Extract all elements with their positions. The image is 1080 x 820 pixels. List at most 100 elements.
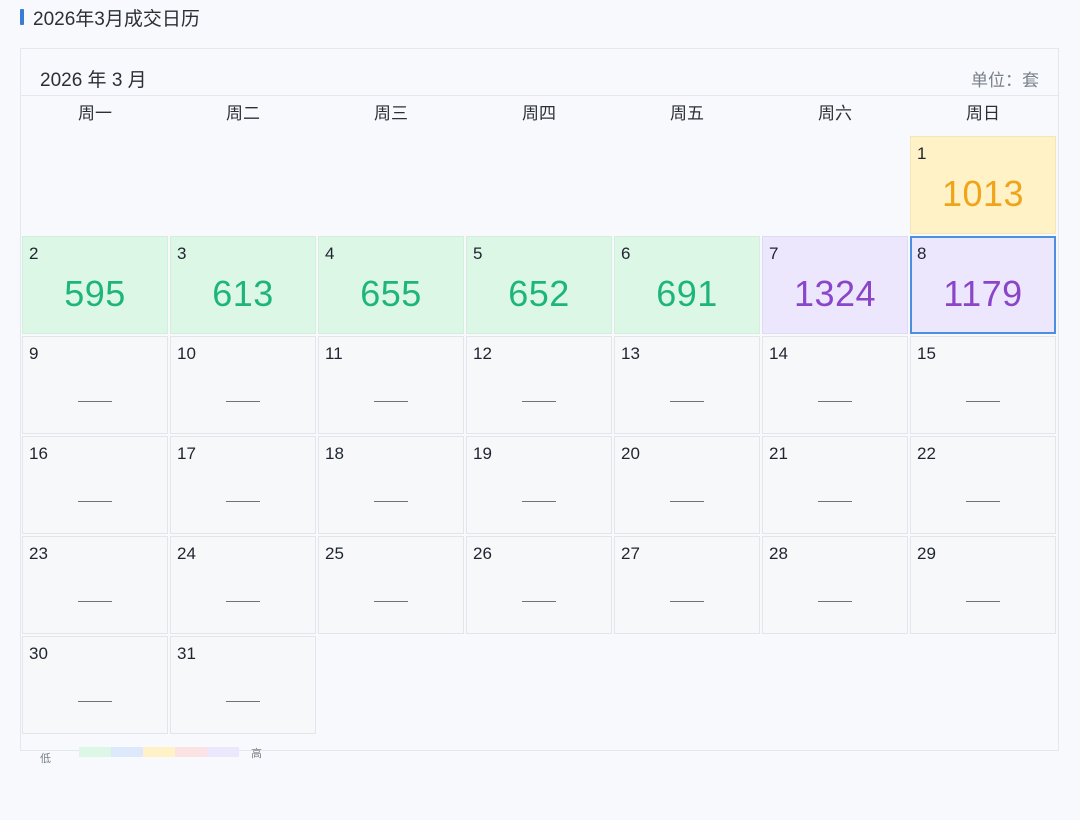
empty-value-dash (78, 701, 112, 702)
day-number: 4 (325, 244, 335, 263)
empty-value-dash (522, 501, 556, 502)
day-cell[interactable]: 9 (22, 336, 168, 434)
day-cell[interactable]: 5 652 (466, 236, 612, 334)
empty-value-dash (966, 601, 1000, 602)
empty-value-dash (966, 401, 1000, 402)
day-number: 14 (769, 344, 788, 363)
day-number: 17 (177, 444, 196, 463)
day-cell[interactable]: 21 (762, 436, 908, 534)
day-cell[interactable]: 26 (466, 536, 612, 634)
day-cell[interactable]: 13 (614, 336, 760, 434)
empty-value-dash (78, 401, 112, 402)
blank-cell (318, 136, 464, 234)
day-cell[interactable]: 31 (170, 636, 316, 734)
day-cell[interactable]: 27 (614, 536, 760, 634)
day-cell[interactable]: 2 595 (22, 236, 168, 334)
day-cell[interactable]: 7 1324 (762, 236, 908, 334)
day-number: 18 (325, 444, 344, 463)
day-number: 3 (177, 244, 187, 263)
day-cell[interactable]: 30 (22, 636, 168, 734)
weekday-wed: 周三 (374, 104, 408, 123)
empty-value-dash (226, 501, 260, 502)
day-cell[interactable]: 4 655 (318, 236, 464, 334)
calendar-header: 2026 年 3 月 单位：套 (21, 49, 1058, 96)
weekday-mon: 周一 (78, 104, 112, 123)
calendar-grid: 1 1013 2 595 3 613 4 655 5 652 6 691 7 1324 8 1179 9 10 11… (21, 135, 1057, 735)
calendar-panel: 2026 年 3 月 单位：套 周一 周二 周三 周四 周五 周六 周日 1 10… (20, 48, 1059, 751)
weekday-tue: 周二 (226, 104, 260, 123)
day-number: 15 (917, 344, 936, 363)
day-number: 7 (769, 244, 779, 263)
day-cell[interactable]: 28 (762, 536, 908, 634)
section-title: 2026年3月成交日历 (20, 6, 200, 30)
day-cell[interactable]: 24 (170, 536, 316, 634)
day-number: 19 (473, 444, 492, 463)
empty-value-dash (78, 501, 112, 502)
blank-cell (22, 136, 168, 234)
day-number: 27 (621, 544, 640, 563)
empty-value-dash (374, 401, 408, 402)
day-cell[interactable]: 17 (170, 436, 316, 534)
day-cell[interactable]: 22 (910, 436, 1056, 534)
legend-swatch (111, 747, 143, 757)
blank-cell (170, 136, 316, 234)
empty-value-dash (818, 401, 852, 402)
day-value: 595 (64, 273, 126, 314)
day-cell[interactable]: 20 (614, 436, 760, 534)
day-value: 613 (212, 273, 274, 314)
empty-value-dash (226, 601, 260, 602)
weekday-sat: 周六 (818, 104, 852, 123)
day-cell[interactable]: 29 (910, 536, 1056, 634)
day-number: 26 (473, 544, 492, 563)
day-number: 11 (325, 344, 343, 363)
empty-value-dash (226, 701, 260, 702)
day-cell[interactable]: 12 (466, 336, 612, 434)
legend-color-scale (79, 747, 239, 757)
blank-cell (762, 136, 908, 234)
title-accent-bar (20, 9, 24, 25)
weekday-fri: 周五 (670, 104, 704, 123)
day-value: 1324 (793, 273, 877, 314)
day-value: 691 (656, 273, 718, 314)
day-cell[interactable]: 19 (466, 436, 612, 534)
day-number: 25 (325, 544, 344, 563)
empty-value-dash (78, 601, 112, 602)
day-cell[interactable]: 16 (22, 436, 168, 534)
empty-value-dash (522, 601, 556, 602)
day-cell[interactable]: 11 (318, 336, 464, 434)
weekday-header-row: 周一 周二 周三 周四 周五 周六 周日 (21, 96, 1057, 134)
day-number: 22 (917, 444, 936, 463)
empty-value-dash (226, 401, 260, 402)
day-number: 23 (29, 544, 48, 563)
day-cell[interactable]: 1 1013 (910, 136, 1056, 234)
day-cell[interactable]: 3 613 (170, 236, 316, 334)
empty-value-dash (818, 601, 852, 602)
empty-value-dash (966, 501, 1000, 502)
day-cell[interactable]: 15 (910, 336, 1056, 434)
day-cell[interactable]: 10 (170, 336, 316, 434)
weekday-thu: 周四 (522, 104, 556, 123)
day-number: 13 (621, 344, 640, 363)
day-number: 31 (177, 644, 196, 663)
day-number: 24 (177, 544, 196, 563)
empty-value-dash (522, 401, 556, 402)
day-number: 12 (473, 344, 492, 363)
day-cell[interactable]: 23 (22, 536, 168, 634)
day-cell[interactable]: 18 (318, 436, 464, 534)
day-value: 652 (508, 273, 570, 314)
day-number: 5 (473, 244, 483, 263)
day-cell[interactable]: 6 691 (614, 236, 760, 334)
empty-value-dash (818, 501, 852, 502)
day-cell[interactable]: 14 (762, 336, 908, 434)
day-number: 8 (917, 244, 927, 263)
weekday-sun: 周日 (966, 104, 1000, 123)
color-legend: 低 高 (40, 745, 262, 765)
page-title: 2026年3月成交日历 (33, 8, 200, 30)
empty-value-dash (374, 501, 408, 502)
day-cell[interactable]: 25 (318, 536, 464, 634)
day-cell[interactable]: 8 1179 (910, 236, 1056, 334)
legend-swatch (79, 747, 111, 757)
day-number: 30 (29, 644, 48, 663)
day-number: 28 (769, 544, 788, 563)
legend-swatch (207, 747, 239, 757)
